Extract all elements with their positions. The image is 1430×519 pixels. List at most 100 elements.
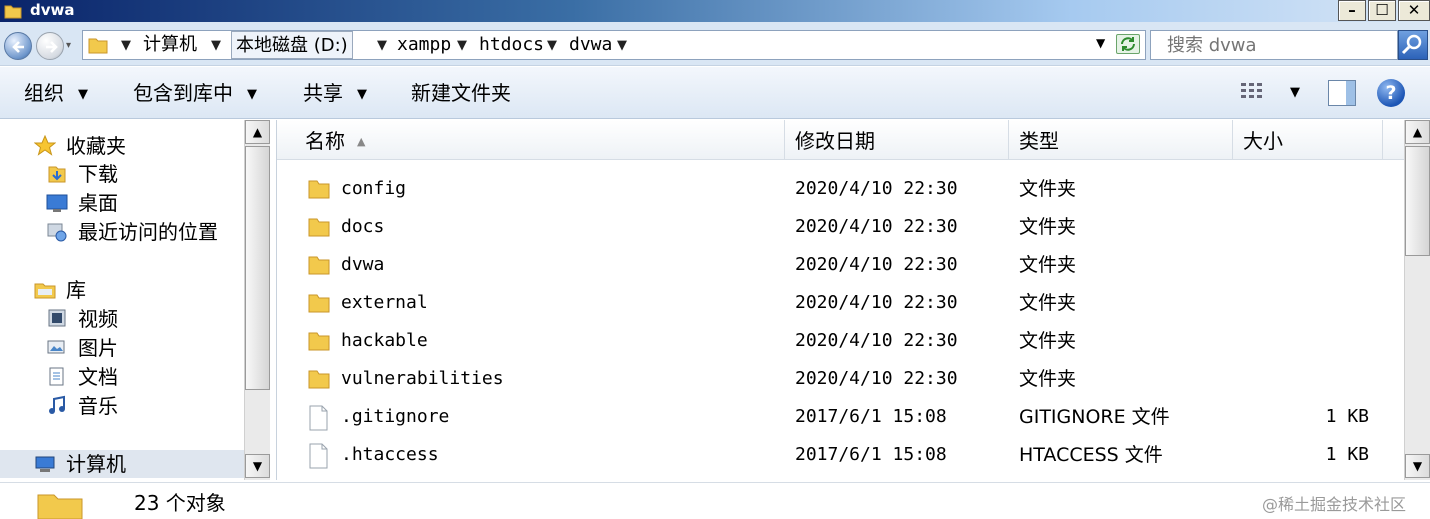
nav-desktop-label: 桌面 <box>78 191 118 215</box>
file-icon <box>307 405 329 435</box>
downloads-folder-icon <box>48 166 66 183</box>
search-button[interactable] <box>1398 30 1428 60</box>
file-type: GITIGNORE 文件 <box>1019 406 1170 428</box>
scroll-down-arrow[interactable]: ▼ <box>245 454 270 478</box>
command-bar: 组织 ▼ 包含到库中 ▼ 共享 ▼ 新建文件夹 ▼ ? <box>0 67 1430 119</box>
address-row: ▾ ▼ 计算机 ▼ 本地磁盘 (D:) ▼ xampp ▼ htdocs ▼ d… <box>0 22 1430 66</box>
view-options-icon[interactable] <box>1240 81 1268 105</box>
file-type: 文件夹 <box>1019 368 1077 390</box>
close-icon: ✕ <box>1407 1 1421 19</box>
window-title: dvwa <box>30 1 75 19</box>
file-row[interactable]: vulnerabilities 2020/4/10 22:30 文件夹 <box>277 360 1405 398</box>
folder-icon <box>307 291 331 319</box>
breadcrumb-arrow[interactable]: ▼ <box>121 38 131 53</box>
column-modified[interactable]: 修改日期 <box>785 120 1009 160</box>
file-modified: 2020/4/10 22:30 <box>795 216 958 237</box>
share-menu[interactable]: 共享 ▼ <box>303 80 367 108</box>
computer-icon <box>35 456 55 472</box>
file-name: docs <box>341 216 385 237</box>
navigation-pane: 收藏夹 下载 桌面 最近访问的位置 库 视频 图片 文档 音乐 计算机 ▲ ▼ <box>0 120 270 480</box>
column-header-row: 名称 ▲ 修改日期 类型 大小 <box>277 120 1405 160</box>
file-row[interactable]: dvwa 2020/4/10 22:30 文件夹 <box>277 246 1405 284</box>
nav-computer-label: 计算机 <box>66 452 126 476</box>
breadcrumb-xampp[interactable]: xampp <box>397 31 451 59</box>
file-row[interactable]: docs 2020/4/10 22:30 文件夹 <box>277 208 1405 246</box>
organize-menu[interactable]: 组织 ▼ <box>24 80 88 108</box>
search-input[interactable] <box>1165 31 1405 59</box>
scroll-up-arrow[interactable]: ▲ <box>1405 120 1430 144</box>
file-row[interactable]: config 2020/4/10 22:30 文件夹 <box>277 170 1405 208</box>
file-name: .gitignore <box>341 406 450 427</box>
file-name: vulnerabilities <box>341 368 504 389</box>
organize-label: 组织 <box>24 81 64 105</box>
file-row[interactable]: external 2020/4/10 22:30 文件夹 <box>277 284 1405 322</box>
file-size: 1 KB <box>1325 406 1369 427</box>
file-row[interactable]: .gitignore 2017/6/1 15:08 GITIGNORE 文件 1 KB <box>277 398 1405 436</box>
forward-arrow-icon <box>46 41 58 53</box>
breadcrumb-arrow[interactable]: ▼ <box>377 38 387 53</box>
file-row[interactable]: .htaccess 2017/6/1 15:08 HTACCESS 文件 1 KB <box>277 436 1405 474</box>
file-name: .htaccess <box>341 444 439 465</box>
file-size: 1 KB <box>1325 444 1369 465</box>
nav-documents-label: 文档 <box>78 365 118 389</box>
refresh-button[interactable] <box>1116 34 1140 54</box>
breadcrumb-dvwa[interactable]: dvwa <box>569 31 612 59</box>
scroll-thumb[interactable] <box>245 146 270 390</box>
file-type: 文件夹 <box>1019 216 1077 238</box>
recent-pages-dropdown[interactable]: ▾ <box>66 40 71 51</box>
minimize-icon: – <box>1348 1 1356 19</box>
breadcrumb-arrow[interactable]: ▼ <box>457 38 467 53</box>
file-icon <box>307 443 329 473</box>
breadcrumb-arrow[interactable]: ▼ <box>617 38 627 53</box>
folder-icon <box>307 253 331 281</box>
star-icon <box>34 135 56 156</box>
view-options-dropdown[interactable]: ▼ <box>1290 85 1300 100</box>
breadcrumb-computer[interactable]: 计算机 <box>143 31 197 59</box>
file-name: hackable <box>341 330 428 351</box>
maximize-button[interactable]: ☐ <box>1368 0 1396 21</box>
column-name[interactable]: 名称 ▲ <box>277 120 785 160</box>
chevron-down-icon: ▼ <box>357 87 367 102</box>
forward-button[interactable] <box>36 32 64 60</box>
close-button[interactable]: ✕ <box>1398 0 1430 21</box>
nav-music-label: 音乐 <box>78 394 118 418</box>
back-button[interactable] <box>4 32 32 60</box>
folder-icon <box>4 5 22 19</box>
address-bar[interactable]: ▼ 计算机 ▼ 本地磁盘 (D:) ▼ xampp ▼ htdocs ▼ dvw… <box>82 30 1146 60</box>
file-modified: 2020/4/10 22:30 <box>795 178 958 199</box>
status-bar: 23 个对象 @稀土掘金技术社区 <box>0 482 1430 519</box>
breadcrumb-htdocs[interactable]: htdocs <box>479 31 544 59</box>
address-history-dropdown[interactable]: ▼ <box>1096 36 1105 50</box>
search-box[interactable] <box>1150 30 1405 60</box>
column-modified-label: 修改日期 <box>795 129 875 153</box>
scroll-up-arrow[interactable]: ▲ <box>245 120 270 144</box>
recent-places-icon <box>47 223 67 242</box>
minimize-button[interactable]: – <box>1338 0 1366 21</box>
preview-pane-button[interactable] <box>1328 80 1356 106</box>
file-list-scrollbar[interactable]: ▲ ▼ <box>1404 120 1430 480</box>
nav-downloads-label: 下载 <box>78 162 118 186</box>
nav-computer[interactable]: 计算机 <box>0 450 244 478</box>
file-type: 文件夹 <box>1019 178 1077 200</box>
column-size[interactable]: 大小 <box>1233 120 1383 160</box>
breadcrumb-local-disk[interactable]: 本地磁盘 (D:) <box>231 31 353 59</box>
file-modified: 2017/6/1 15:08 <box>795 444 947 465</box>
folder-icon <box>307 215 331 243</box>
file-row[interactable]: hackable 2020/4/10 22:30 文件夹 <box>277 322 1405 360</box>
breadcrumb-arrow[interactable]: ▼ <box>547 38 557 53</box>
new-folder-button[interactable]: 新建文件夹 <box>411 80 511 106</box>
nav-scrollbar[interactable]: ▲ ▼ <box>244 120 270 480</box>
file-list: 名称 ▲ 修改日期 类型 大小 config 2020/4/10 22:30 文件夹 d… <box>276 120 1405 480</box>
search-icon <box>1401 34 1422 55</box>
back-arrow-icon <box>12 41 24 53</box>
share-label: 共享 <box>303 81 343 105</box>
scroll-down-arrow[interactable]: ▼ <box>1405 454 1430 478</box>
column-type[interactable]: 类型 <box>1009 120 1233 160</box>
refresh-icon <box>1121 37 1135 51</box>
breadcrumb-arrow[interactable]: ▼ <box>211 38 221 53</box>
column-size-label: 大小 <box>1243 129 1283 153</box>
help-icon[interactable]: ? <box>1377 79 1405 107</box>
include-in-library-menu[interactable]: 包含到库中 ▼ <box>133 80 257 108</box>
scroll-thumb[interactable] <box>1405 146 1430 256</box>
chevron-down-icon: ▼ <box>247 87 257 102</box>
